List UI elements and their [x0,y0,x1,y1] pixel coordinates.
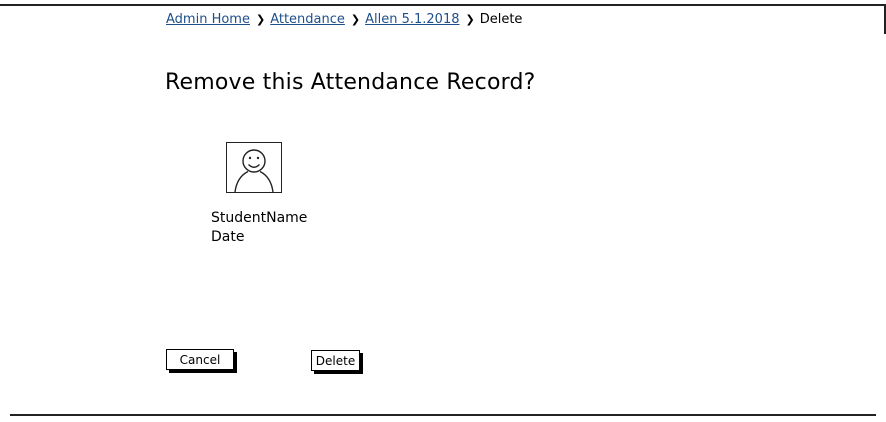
record-date: Date [211,229,245,245]
top-divider [0,4,886,6]
breadcrumb-allen-record[interactable]: Allen 5.1.2018 [365,12,459,27]
cancel-button[interactable]: Cancel [166,349,234,370]
chevron-right-icon: ❯ [255,13,266,26]
record-info: StudentName Date [211,209,307,247]
breadcrumb-current: Delete [479,12,523,27]
bottom-divider [10,414,876,416]
breadcrumb-admin-home[interactable]: Admin Home [166,12,250,27]
chevron-right-icon: ❯ [350,13,361,26]
page-title: Remove this Attendance Record? [165,70,536,95]
delete-button[interactable]: Delete [311,350,360,371]
user-avatar-icon [226,142,282,193]
student-name: StudentName [211,210,308,226]
breadcrumb: Admin Home ❯ Attendance ❯ Allen 5.1.2018… [166,12,522,27]
chevron-right-icon: ❯ [465,13,475,26]
breadcrumb-attendance[interactable]: Attendance [270,12,345,27]
